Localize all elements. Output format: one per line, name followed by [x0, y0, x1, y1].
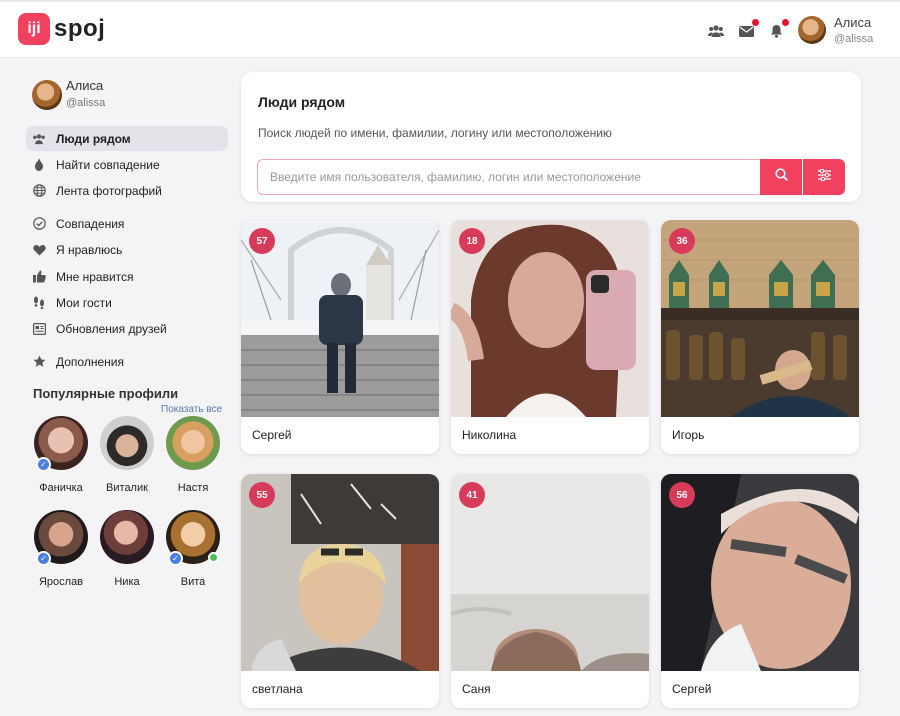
sidebar-item-label: Дополнения: [56, 354, 124, 369]
age-badge: 57: [249, 228, 275, 254]
user-name: светлана: [252, 682, 303, 696]
globe-icon: [32, 184, 46, 198]
search-button[interactable]: [760, 159, 802, 195]
popular-profile-name: Фаничка: [39, 482, 83, 494]
heart-icon: [32, 243, 46, 257]
thumbs-up-icon: [32, 270, 46, 284]
age-badge: 56: [669, 482, 695, 508]
sidebar-item-liked-me[interactable]: Я нравлюсь: [26, 237, 228, 262]
online-indicator: [208, 552, 219, 563]
popular-profile-name: Виталик: [106, 482, 148, 494]
search-description: Поиск людей по имени, фамилии, логину ил…: [258, 126, 612, 140]
popular-profile[interactable]: ✓ Фаничка: [31, 416, 91, 494]
avatar[interactable]: ✓: [166, 510, 220, 566]
avatar[interactable]: [32, 80, 62, 110]
user-photo[interactable]: 56: [661, 474, 859, 671]
sidebar-item-label: Мне нравится: [56, 269, 134, 284]
sidebar-item-i-like[interactable]: Мне нравится: [26, 264, 228, 289]
popular-profile[interactable]: ✓ Ярослав: [31, 510, 91, 588]
people-icon: [32, 132, 46, 146]
user-name: Саня: [462, 682, 491, 696]
user-card[interactable]: 55 светлана: [241, 474, 439, 708]
sidebar-item-label: Люди рядом: [56, 131, 131, 146]
star-icon: [32, 355, 46, 369]
popular-profile-name: Настя: [177, 482, 209, 494]
user-name: Николина: [462, 428, 517, 442]
newspaper-icon: [32, 322, 46, 336]
logo[interactable]: iji spoj: [18, 13, 105, 45]
sidebar-item-friend-updates[interactable]: Обновления друзей: [26, 316, 228, 341]
search-input[interactable]: [257, 159, 761, 195]
avatar[interactable]: [100, 510, 154, 564]
popular-profile-name: Ярослав: [38, 576, 84, 588]
check-circle-icon: [32, 217, 46, 231]
avatar[interactable]: [100, 416, 154, 470]
popular-profile[interactable]: Виталик: [97, 416, 157, 494]
user-card[interactable]: 36 Игорь: [661, 220, 859, 454]
sidebar-item-my-guests[interactable]: Мои гости: [26, 290, 228, 315]
sidebar-user-login: @alissa: [66, 97, 106, 109]
sidebar-item-label: Найти совпадение: [56, 157, 160, 172]
sidebar-user-name: Алиса: [66, 78, 104, 93]
popular-profile[interactable]: Настя: [163, 416, 223, 494]
popular-profile[interactable]: ✓ Вита: [163, 510, 223, 588]
popular-profile[interactable]: Ника: [97, 510, 157, 588]
footprints-icon: [32, 296, 46, 310]
user-photo[interactable]: 36: [661, 220, 859, 417]
avatar[interactable]: ✓: [34, 416, 88, 472]
sidebar-item-matches[interactable]: Совпадения: [26, 211, 228, 236]
sliders-icon: [817, 168, 831, 186]
sidebar-item-photo-feed[interactable]: Лента фотографий: [26, 178, 228, 203]
age-badge: 18: [459, 228, 485, 254]
user-name: Сергей: [252, 428, 292, 442]
sidebar-item-addons[interactable]: Дополнения: [26, 349, 228, 374]
logo-mark: iji: [18, 13, 50, 45]
mail-icon[interactable]: [737, 19, 759, 40]
page-title: Люди рядом: [258, 94, 346, 110]
verified-icon: ✓: [36, 457, 51, 472]
user-name: Сергей: [672, 682, 712, 696]
age-badge: 41: [459, 482, 485, 508]
user-photo[interactable]: 18: [451, 220, 649, 417]
user-photo[interactable]: 57: [241, 220, 439, 417]
sidebar-item-label: Совпадения: [56, 216, 125, 231]
bell-notification-dot: [782, 19, 789, 26]
avatar[interactable]: ✓: [34, 510, 88, 566]
sidebar-item-label: Обновления друзей: [56, 321, 167, 336]
user-name: Игорь: [672, 428, 705, 442]
filter-button[interactable]: [803, 159, 845, 195]
verified-icon: ✓: [168, 551, 183, 566]
search-panel: Люди рядом Поиск людей по имени, фамилии…: [241, 72, 861, 202]
avatar[interactable]: [166, 416, 220, 470]
bell-icon[interactable]: [767, 19, 789, 40]
people-icon[interactable]: [707, 22, 725, 40]
verified-icon: ✓: [36, 551, 51, 566]
user-photo[interactable]: 55: [241, 474, 439, 671]
sidebar-item-label: Я нравлюсь: [56, 242, 123, 257]
logo-text: spoj: [54, 15, 106, 42]
user-photo[interactable]: 41: [451, 474, 649, 671]
user-card[interactable]: 18 Николина: [451, 220, 649, 454]
age-badge: 55: [249, 482, 275, 508]
flame-icon: [32, 158, 46, 172]
popular-profiles-title: Популярные профили: [33, 386, 179, 401]
show-all-link[interactable]: Показать все: [161, 404, 222, 415]
user-card[interactable]: 41 Саня: [451, 474, 649, 708]
mail-notification-dot: [752, 19, 759, 26]
user-card[interactable]: 57 Сергей: [241, 220, 439, 454]
popular-profile-name: Вита: [180, 576, 206, 588]
sidebar-item-people-nearby[interactable]: Люди рядом: [26, 126, 228, 151]
header-user-login: @alissa: [834, 33, 874, 45]
sidebar-item-find-match[interactable]: Найти совпадение: [26, 152, 228, 177]
user-card[interactable]: 56 Сергей: [661, 474, 859, 708]
sidebar-item-label: Мои гости: [56, 295, 112, 310]
header-user-name: Алиса: [834, 15, 872, 30]
age-badge: 36: [669, 228, 695, 254]
header-avatar[interactable]: [798, 16, 826, 44]
popular-profile-name: Ника: [114, 576, 140, 588]
sidebar-item-label: Лента фотографий: [56, 183, 162, 198]
top-bar: iji spoj Алиса @alissa: [0, 0, 900, 58]
search-icon: [774, 168, 788, 186]
